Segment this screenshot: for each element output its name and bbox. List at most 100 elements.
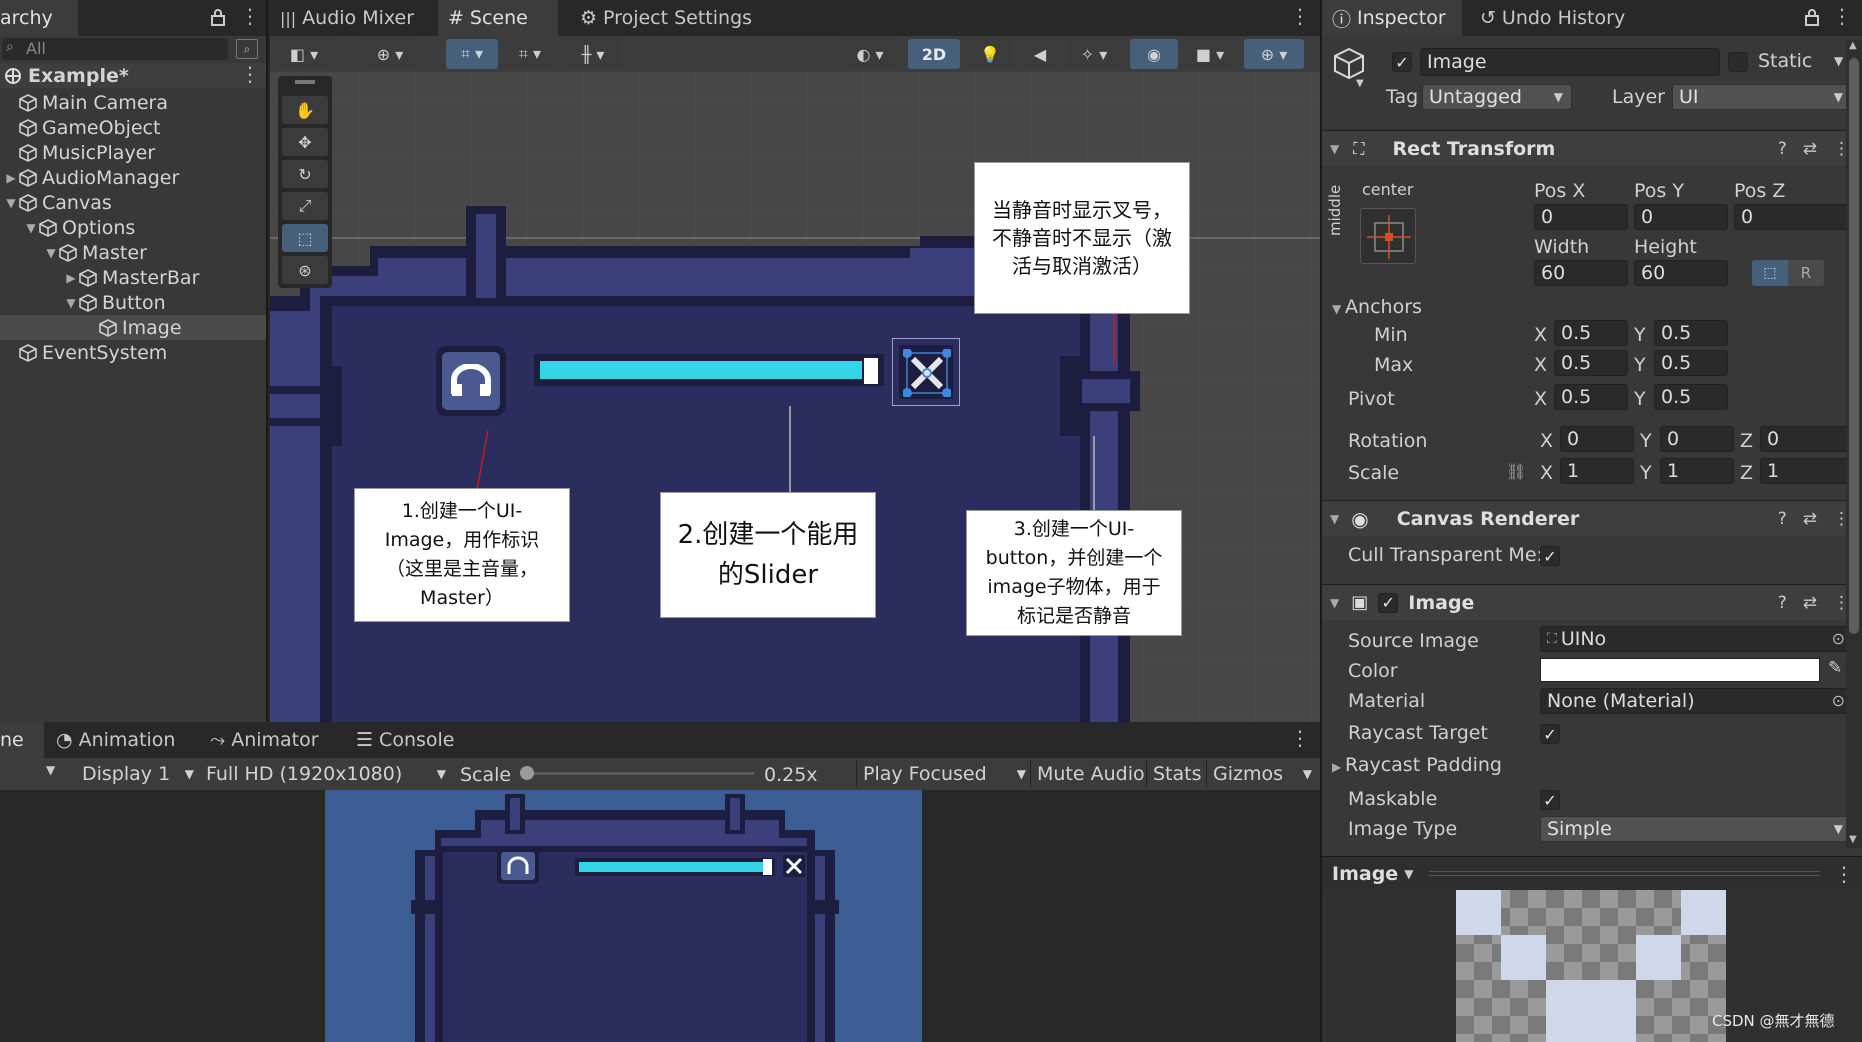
object-picker-icon[interactable]: ⊙ [1832,691,1845,710]
inspector-more-icon[interactable]: ⋮ [1832,6,1852,26]
scale-x-field[interactable]: 1 [1560,458,1634,484]
help-icon[interactable]: ? [1778,509,1787,529]
anchor-max-x-field[interactable]: 0.5 [1554,350,1628,376]
resolution-dropdown[interactable]: Full HD (1920x1080) ▼ [206,761,446,787]
tab-audio-mixer[interactable]: ||| Audio Mixer [270,0,424,36]
pivot-y-field[interactable]: 0.5 [1654,384,1728,410]
scale-y-field[interactable]: 1 [1660,458,1734,484]
help-icon[interactable]: ? [1778,593,1787,613]
hierarchy-item[interactable]: MusicPlayer [0,140,266,165]
maskable-checkbox[interactable]: ✓ [1540,790,1560,810]
tag-dropdown[interactable]: Untagged [1422,84,1572,110]
scene-root-row[interactable]: Example* ⋮ [0,63,266,88]
anchors-foldout[interactable]: ▼ Anchors [1332,296,1422,318]
tab-game[interactable]: ne [0,722,44,758]
object-name-field[interactable]: Image [1420,48,1720,76]
pos-z-field[interactable]: 0 [1734,204,1850,230]
preset-icon[interactable]: ⇄ [1803,509,1817,529]
constrain-proportions-icon[interactable]: ⛓ [1506,462,1526,481]
anchor-min-x-field[interactable]: 0.5 [1554,320,1628,346]
width-field[interactable]: 60 [1534,260,1628,286]
foldout-arrow-icon[interactable]: ▶ [64,271,78,285]
height-field[interactable]: 60 [1634,260,1728,286]
bottom-more-icon[interactable]: ⋮ [1290,728,1310,748]
tab-animation[interactable]: ◔ Animation [46,722,185,758]
hierarchy-item[interactable]: ▼ Options [0,215,266,240]
preview-menu-icon[interactable]: ⋮ [1834,864,1854,884]
pos-y-field[interactable]: 0 [1634,204,1728,230]
search-options-icon[interactable]: ⌕ [236,39,258,59]
raycast-target-checkbox[interactable]: ✓ [1540,724,1560,744]
layer-dropdown[interactable]: UI [1672,84,1852,110]
hierarchy-item[interactable]: ▼ Canvas [0,190,266,215]
preset-icon[interactable]: ⇄ [1803,139,1817,159]
anchor-max-y-field[interactable]: 0.5 [1654,350,1728,376]
rotation-y-field[interactable]: 0 [1660,426,1734,452]
object-picker-icon[interactable]: ⊙ [1832,629,1845,648]
preview-header[interactable]: Image ▼ ⋮ [1322,856,1862,890]
anchor-presets-button[interactable] [1360,208,1416,264]
static-checkbox[interactable] [1728,52,1748,72]
raw-edit-button[interactable]: R [1788,260,1824,286]
tab-animator[interactable]: ⤳ Animator [200,722,329,758]
hierarchy-item[interactable]: ▶ MasterBar [0,265,266,290]
image-type-dropdown[interactable]: Simple [1540,816,1852,842]
tab-inspector[interactable]: ⓘ Inspector [1322,0,1462,36]
more-options-icon[interactable]: ⋮ [240,6,260,26]
hierarchy-item[interactable]: Image [0,315,266,340]
preview-drag-handle[interactable] [1429,871,1820,876]
inspector-scrollbar[interactable]: ▲ ▼ [1846,40,1862,848]
image-enabled-checkbox[interactable]: ✓ [1378,592,1399,613]
lock-icon[interactable] [210,8,226,26]
help-icon[interactable]: ? [1778,139,1787,159]
material-field[interactable]: None (Material) ⊙ [1540,688,1852,714]
canvas-renderer-header[interactable]: ▼ ◉ Canvas Renderer ? ⇄ ⋮ [1322,500,1862,536]
tab-hierarchy[interactable]: archy [0,0,78,36]
image-component-header[interactable]: ▼ ▣ ✓ Image ? ⇄ ⋮ [1322,584,1862,620]
hierarchy-item[interactable]: ▶ AudioManager [0,165,266,190]
foldout-arrow-icon[interactable]: ▼ [44,246,58,260]
stats-button[interactable]: Stats [1146,761,1208,787]
foldout-arrow-icon[interactable]: ▼ [64,296,78,310]
hierarchy-item[interactable]: Main Camera [0,90,266,115]
anchor-min-y-field[interactable]: 0.5 [1654,320,1728,346]
color-swatch[interactable] [1540,658,1820,682]
source-image-field[interactable]: ⛶ UINo ⊙ [1540,626,1852,652]
scrollbar-thumb[interactable] [1849,58,1859,634]
preset-icon[interactable]: ⇄ [1803,593,1817,613]
hierarchy-item[interactable]: GameObject [0,115,266,140]
static-dropdown-icon[interactable]: ▼ [1834,54,1843,68]
scene-view[interactable]: ◧ ▾ ⊕ ▾ ⌗ ▾ ⌗ ▾ ╫ ▾ ◐ ▾ 2D 💡 ◀ ✧ ▾ ◉ ■ ▾… [270,36,1320,722]
rotation-z-field[interactable]: 0 [1760,426,1850,452]
tab-undo-history[interactable]: ↺ Undo History [1470,0,1635,36]
pivot-x-field[interactable]: 0.5 [1554,384,1628,410]
rotation-x-field[interactable]: 0 [1560,426,1634,452]
raycast-padding-foldout[interactable]: ▶ Raycast Padding [1332,754,1502,776]
game-dropdown-arrow[interactable]: ▼ [46,763,55,777]
scale-slider[interactable] [520,766,754,780]
cull-transparent-checkbox[interactable]: ✓ [1540,546,1560,566]
hierarchy-search-input[interactable]: ⌕ All [2,38,228,60]
scale-slider-handle[interactable] [520,766,534,780]
tab-project-settings[interactable]: ⚙ Project Settings [570,0,762,36]
scale-z-field[interactable]: 1 [1760,458,1850,484]
foldout-arrow-icon[interactable]: ▼ [4,196,18,210]
hierarchy-item[interactable]: ▼ Button [0,290,266,315]
hierarchy-item[interactable]: ▼ Master [0,240,266,265]
eyedropper-icon[interactable]: ✎ [1828,658,1842,678]
blueprint-mode-button[interactable]: ⬚ [1752,260,1788,286]
active-checkbox[interactable]: ✓ [1392,52,1412,72]
tab-console[interactable]: ☰ Console [346,722,464,758]
display-dropdown[interactable]: Display 1 ▼ [82,761,194,787]
mute-audio-button[interactable]: Mute Audio [1030,761,1151,787]
pos-x-field[interactable]: 0 [1534,204,1628,230]
icon-dropdown-arrow[interactable]: ▼ [1356,78,1364,89]
lock-icon[interactable] [1804,8,1820,26]
gizmos-dropdown[interactable]: Gizmos ▼ [1206,761,1318,787]
center-more-icon[interactable]: ⋮ [1290,6,1310,26]
scroll-down-icon[interactable]: ▼ [1849,834,1857,845]
foldout-arrow-icon[interactable]: ▶ [4,171,18,185]
foldout-arrow-icon[interactable]: ▼ [24,221,38,235]
scene-menu-icon[interactable]: ⋮ [240,64,260,84]
tab-scene[interactable]: # Scene [438,0,558,36]
